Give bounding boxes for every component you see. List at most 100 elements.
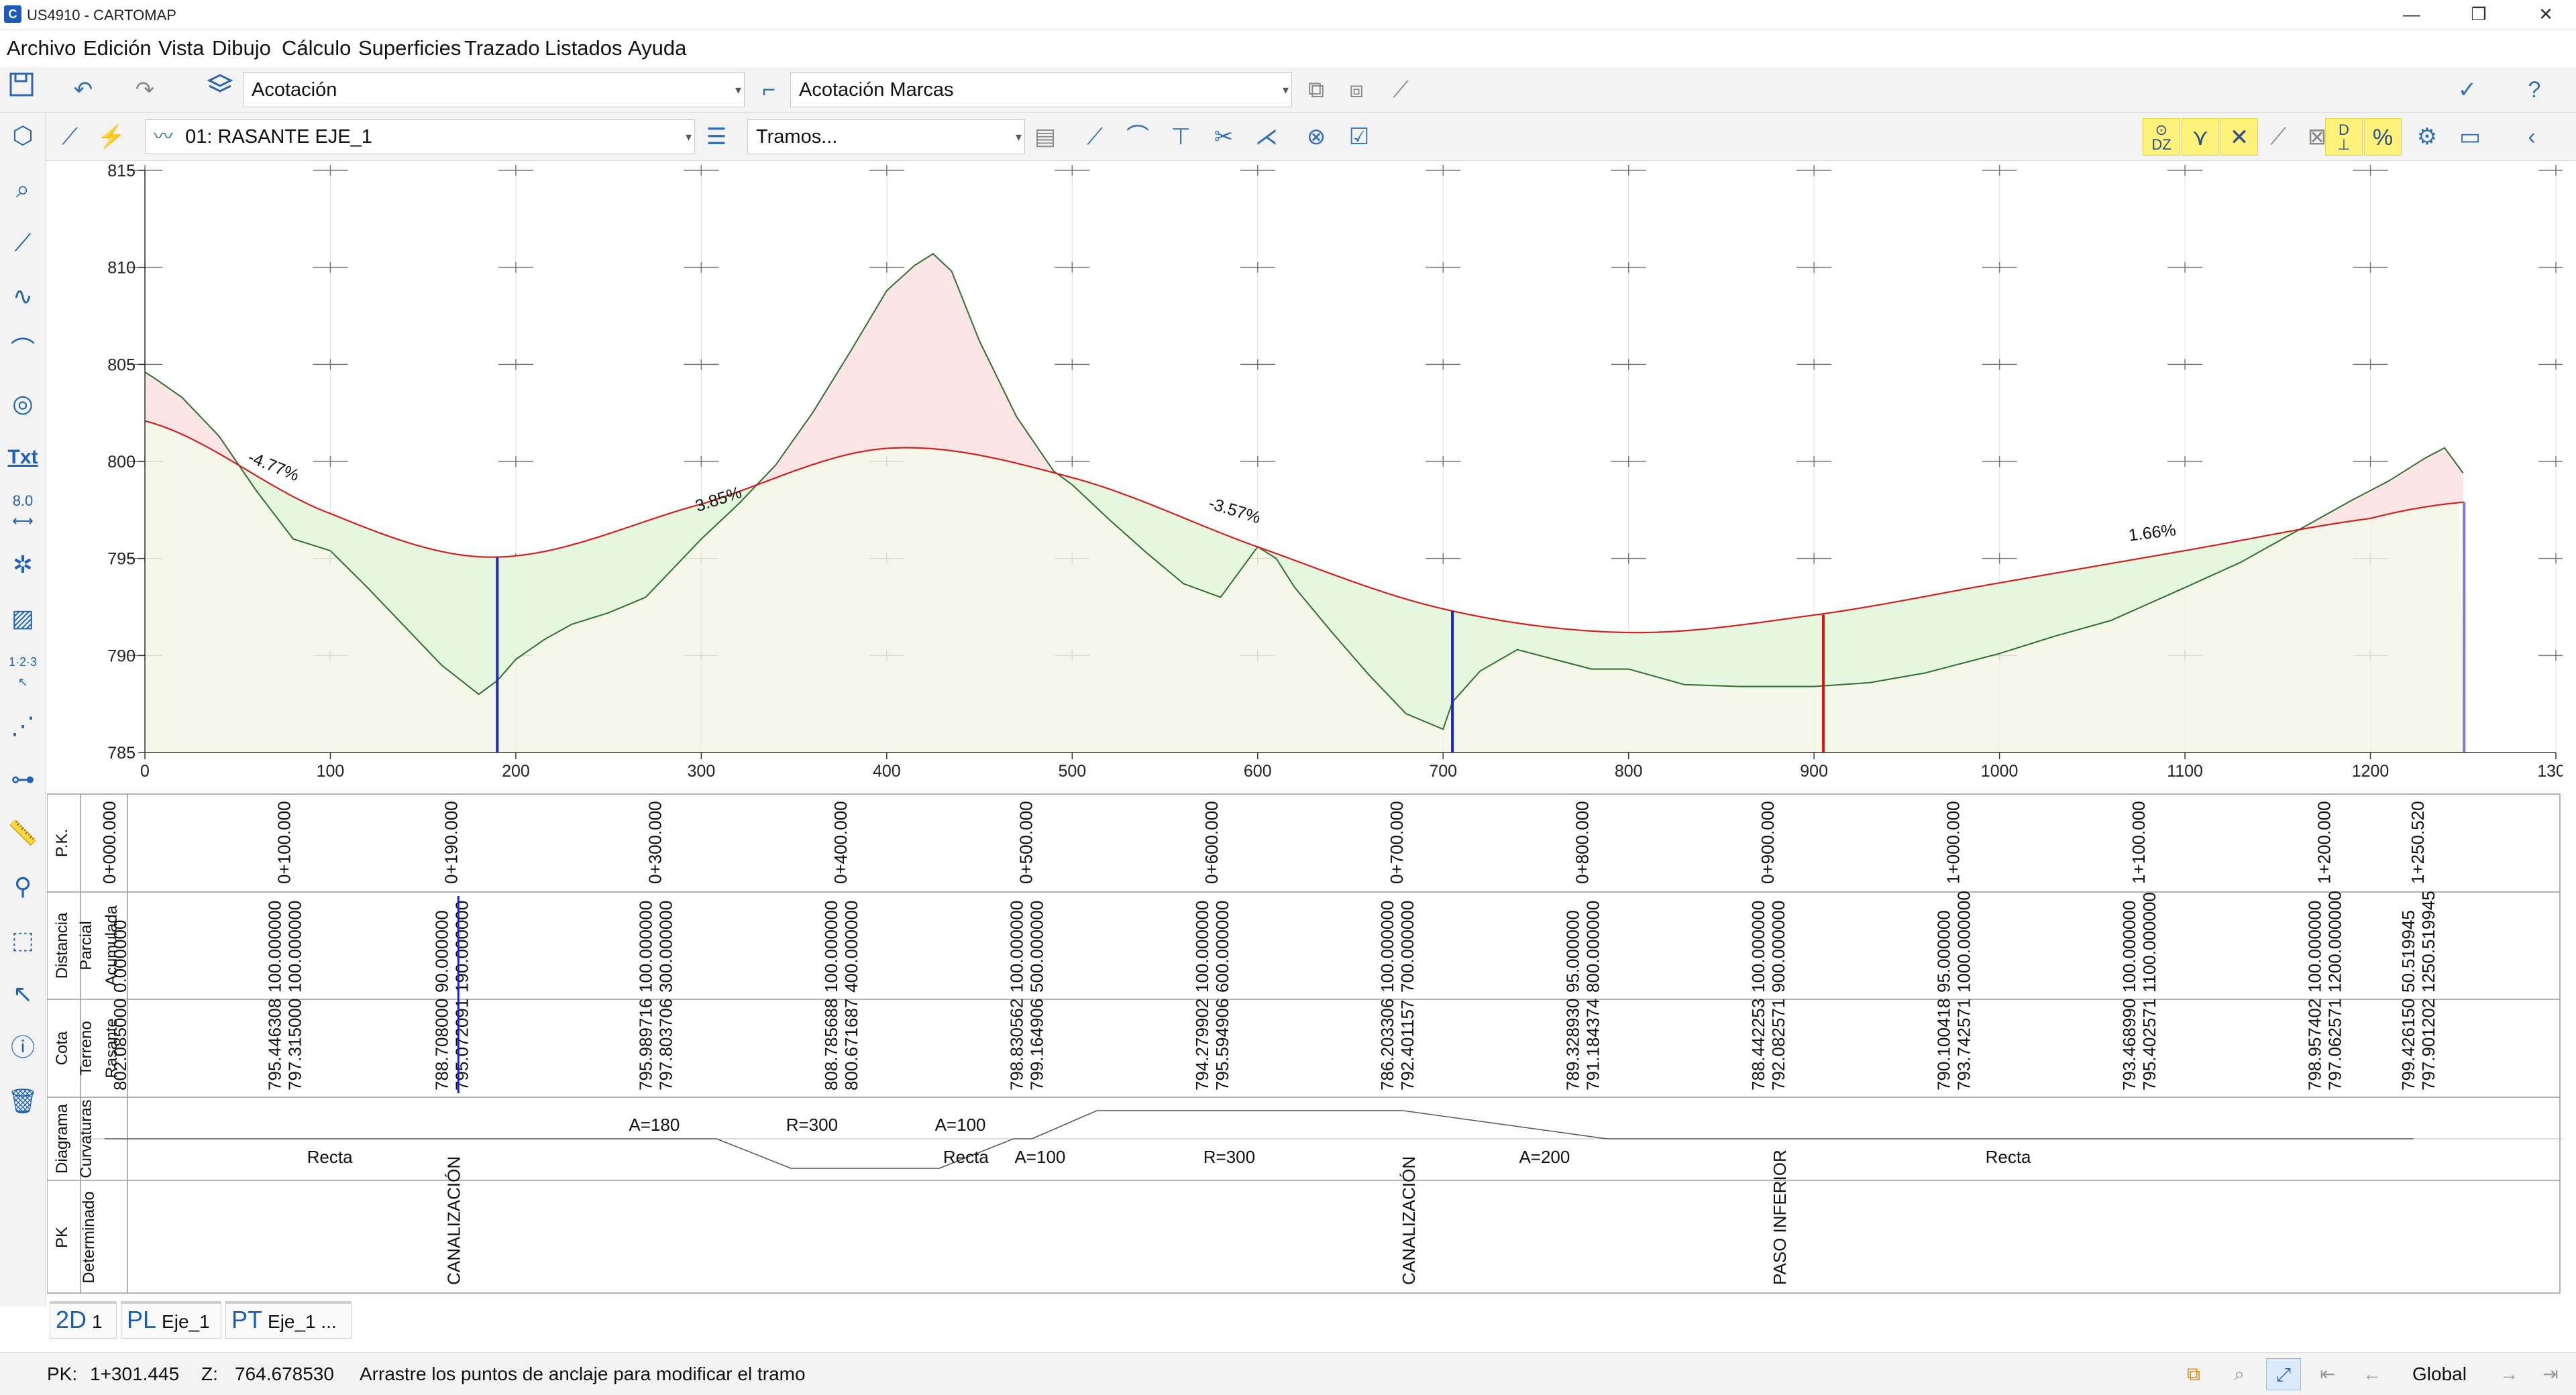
polygon-tool-icon[interactable]: ⬡	[4, 115, 42, 156]
add-straight-icon[interactable]: ⟋	[1076, 118, 1114, 156]
image-tool-icon[interactable]: ▨	[4, 598, 42, 638]
table-icon[interactable]: ▤	[1026, 118, 1064, 156]
zoom-tool-icon[interactable]: ⌕	[4, 169, 42, 209]
pk-value: 1+301.445	[90, 1363, 180, 1384]
polyline-tool-icon[interactable]: ∿	[4, 276, 42, 317]
save-icon[interactable]	[3, 71, 40, 109]
previous-view-icon[interactable]: ←	[2355, 1358, 2390, 1390]
layers-icon[interactable]	[201, 71, 239, 109]
numbering-tool-icon[interactable]: 1·2·3 ↖	[4, 652, 42, 692]
restore-button[interactable]: ❐	[2449, 0, 2509, 30]
menu-dibujo[interactable]: Dibujo	[212, 36, 271, 60]
tab-pt[interactable]: PT Eje_1 ...	[225, 1301, 352, 1339]
profile-chart[interactable]: -4.77%3.85% -3.57%1.66% 78579079580080581…	[47, 161, 2563, 791]
mode-select[interactable]: Tramos... ▾	[747, 119, 1025, 154]
station-pk: 0+500.000	[1016, 801, 1036, 884]
x-tick-label: 400	[873, 762, 901, 781]
panel-icon[interactable]: ▭	[2451, 118, 2489, 156]
close-button[interactable]: ✕	[2516, 0, 2576, 30]
check-circle-icon[interactable]: ✓	[2449, 71, 2486, 109]
zoom-icon[interactable]: ⌕	[2222, 1358, 2257, 1390]
redo-icon[interactable]: ↷	[126, 71, 164, 109]
status-message: Arrastre los puntos de anclaje para modi…	[360, 1363, 806, 1384]
intersection-icon[interactable]: ✕	[2220, 118, 2258, 156]
dimension-tool-label: 8.0	[12, 492, 34, 509]
delete-vertex-icon[interactable]: ⊗	[1297, 118, 1335, 156]
gear-shape-tool-icon[interactable]: ✲	[4, 545, 42, 585]
station-terreno: 798.957402	[2305, 999, 2325, 1091]
curvature-label: Recta	[307, 1147, 353, 1167]
menu-listados[interactable]: Listados	[545, 36, 622, 60]
arc-tool-icon[interactable]: ⌒	[4, 330, 42, 370]
scale-tool-icon[interactable]: 📏	[4, 813, 42, 853]
distance-icon-label: D	[2339, 121, 2349, 138]
dimension-style-select[interactable]: Acotación Marcas ▾	[790, 72, 1292, 107]
add-vertex-icon[interactable]: ⊤	[1162, 118, 1199, 156]
vertex-snap-icon[interactable]: ⋎	[2182, 118, 2219, 156]
list-icon[interactable]: ☰	[698, 118, 735, 156]
dz-icon[interactable]: ⊙ DZ	[2143, 118, 2180, 156]
calculate-profile-icon[interactable]: ⚡	[93, 118, 130, 156]
circle-tool-icon[interactable]: ◎	[4, 384, 42, 424]
tab-pl[interactable]: PL Eje_1	[121, 1301, 221, 1339]
menu-edicion[interactable]: Edición	[83, 36, 152, 60]
last-view-icon[interactable]: ⇥	[2533, 1358, 2568, 1390]
x-tick-label: 500	[1058, 762, 1086, 781]
station-parcial: 100.000000	[635, 901, 655, 993]
arrange-icon[interactable]: ⧈	[1338, 71, 1375, 109]
layer-select[interactable]: Acotación ▾	[243, 72, 745, 107]
zoom-extents-icon[interactable]: ⤢	[2266, 1358, 2301, 1390]
distance-icon[interactable]: D ⊥	[2325, 118, 2363, 156]
station-terreno: 795.989716	[635, 999, 655, 1091]
cut-segment-icon[interactable]: ✂	[1205, 118, 1242, 156]
next-view-icon[interactable]: →	[2491, 1358, 2526, 1390]
first-view-icon[interactable]: ⇤	[2310, 1358, 2345, 1390]
station-pk: 0+190.000	[441, 801, 461, 884]
x-tick-label: 100	[317, 762, 345, 781]
add-curve-icon[interactable]: ⌒	[1119, 118, 1157, 156]
station-pk: 1+100.000	[2129, 801, 2149, 884]
station-rasante: 802.085000	[110, 999, 130, 1091]
collapse-icon[interactable]: ‹	[2513, 118, 2551, 156]
line-tool-icon[interactable]: ⟋	[4, 223, 42, 263]
scope-label[interactable]: Global	[2412, 1363, 2467, 1385]
minimize-button[interactable]: —	[2381, 0, 2442, 30]
tab-2d[interactable]: 2D 1	[50, 1301, 117, 1339]
info-tool-icon[interactable]: ⓘ	[4, 1027, 42, 1068]
copy-view-icon[interactable]: ⧉	[2176, 1358, 2211, 1390]
delete-tool-icon[interactable]: 🗑	[4, 1081, 42, 1121]
percent-icon[interactable]: %	[2364, 118, 2402, 156]
copy-objects-icon[interactable]: ⧉	[1297, 71, 1335, 109]
menu-superficies[interactable]: Superficies	[358, 36, 461, 60]
edit-profile-icon[interactable]: ⟋	[51, 118, 89, 156]
station-acumulada: 600.000000	[1212, 901, 1232, 993]
help-icon[interactable]: ?	[2516, 71, 2553, 109]
dimension-style-icon[interactable]: ⌐	[750, 71, 788, 109]
node-tool-icon[interactable]: ⬚	[4, 920, 42, 960]
alignment-select[interactable]: 〰 01: RASANTE EJE_1 ▾	[145, 119, 695, 154]
road-icon[interactable]: ⟋	[1382, 71, 1419, 109]
settings-icon[interactable]: ⚙	[2408, 118, 2446, 156]
join-segment-icon[interactable]: ⋌	[1248, 118, 1285, 156]
text-tool-icon[interactable]: Txt	[4, 437, 42, 478]
station-acumulada: 1200.000000	[2325, 891, 2345, 993]
curvature-label: A=200	[1519, 1147, 1570, 1167]
station-acumulada: 800.000000	[1583, 901, 1603, 993]
undo-icon[interactable]: ↶	[64, 71, 102, 109]
measure-tool-icon[interactable]: ⋰	[4, 706, 42, 746]
checkbox-icon[interactable]: ☑	[1340, 118, 1378, 156]
radius-tool-icon[interactable]: ⊶	[4, 759, 42, 799]
pin-tool-icon[interactable]: ⚲	[4, 867, 42, 907]
chevron-down-icon: ▾	[685, 130, 692, 144]
menu-archivo[interactable]: Archivo	[7, 36, 76, 60]
station-parcial: 95.000000	[1934, 910, 1954, 993]
menu-ayuda[interactable]: Ayuda	[628, 36, 686, 60]
station-terreno: 795.446308	[264, 999, 284, 1091]
select-tool-icon[interactable]: ↖	[4, 974, 42, 1014]
menu-trazado[interactable]: Trazado	[464, 36, 540, 60]
menu-vista[interactable]: Vista	[158, 36, 204, 60]
dimension-tool-icon[interactable]: 8.0 ⟷	[4, 491, 42, 531]
menu-calculo[interactable]: Cálculo	[282, 36, 351, 60]
station-acumulada: 0.000000	[110, 920, 130, 993]
row-label-parcial: Parcial	[77, 921, 95, 970]
